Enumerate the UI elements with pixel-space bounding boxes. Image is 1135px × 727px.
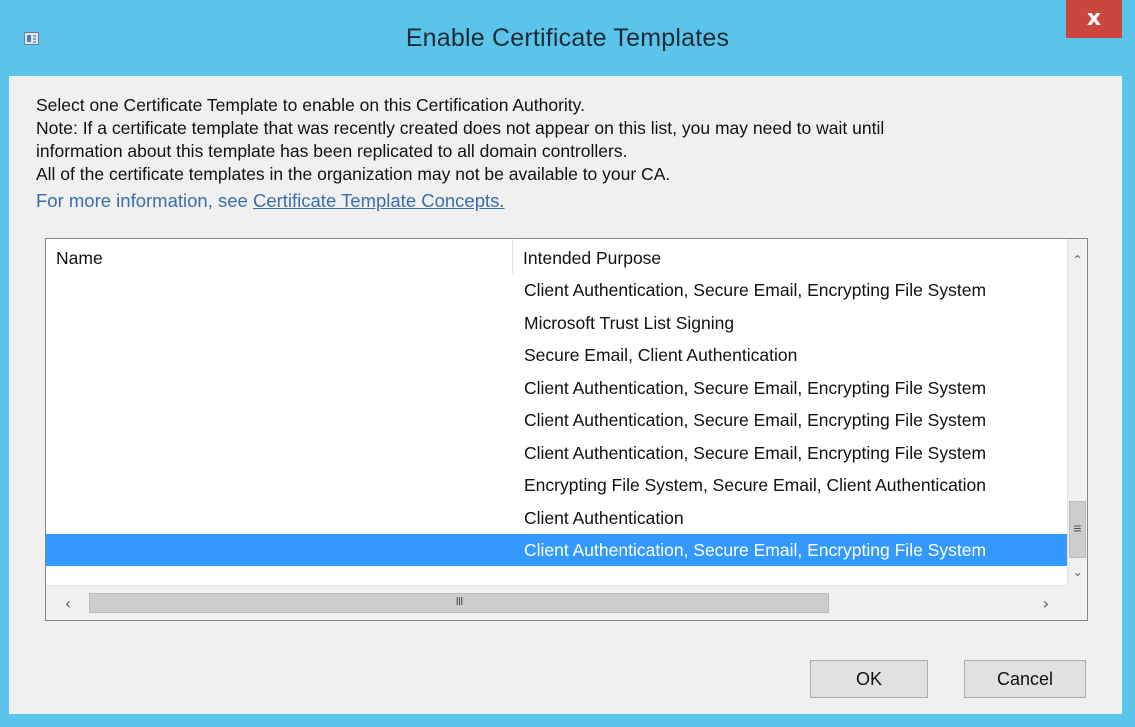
intended-purpose-cell: Secure Email, Client Authentication: [524, 345, 798, 365]
intended-purpose-cell: Encrypting File System, Secure Email, Cl…: [524, 475, 987, 495]
vertical-scrollbar[interactable]: ⌃ ⌄: [1067, 239, 1087, 585]
column-header-name[interactable]: Name: [46, 239, 513, 274]
horizontal-scrollbar[interactable]: ‹ ›: [46, 585, 1067, 620]
description-line: All of the certificate templates in the …: [36, 164, 671, 184]
scroll-up-icon[interactable]: ⌃: [1068, 249, 1087, 271]
table-row[interactable]: Workstation AuthenticationClient Authent…: [46, 502, 1067, 535]
description-line: Note: If a certificate template that was…: [36, 118, 885, 138]
column-header-intended-purpose[interactable]: Intended Purpose: [513, 239, 1067, 274]
table-row[interactable]: tongClient Authentication, Secure Email,…: [46, 274, 1067, 307]
title-bar[interactable]: Enable Certificate Templates x: [0, 0, 1135, 76]
dialog-window: Enable Certificate Templates x Select on…: [0, 0, 1135, 727]
table-row[interactable]: Trust List SigningMicrosoft Trust List S…: [46, 307, 1067, 340]
more-info-prefix: For more information, see: [36, 190, 253, 211]
list-rows: tongClient Authentication, Secure Email,…: [46, 274, 1067, 566]
vertical-scroll-thumb[interactable]: [1069, 501, 1086, 558]
certificate-template-list[interactable]: Name Intended Purpose tongClient Authent…: [45, 238, 1088, 621]
certificate-template-concepts-link[interactable]: Certificate Template Concepts.: [253, 190, 505, 211]
description-line: Select one Certificate Template to enabl…: [36, 95, 585, 115]
table-row[interactable]: User-RequesterName-V2Client Authenticati…: [46, 372, 1067, 405]
scroll-left-icon[interactable]: ‹: [58, 594, 78, 614]
dialog-title: Enable Certificate Templates: [405, 24, 730, 52]
cancel-button[interactable]: Cancel: [964, 660, 1086, 698]
horizontal-scroll-thumb[interactable]: [89, 593, 829, 613]
dialog-body: Select one Certificate Template to enabl…: [9, 76, 1122, 714]
description-line: information about this template has been…: [36, 141, 628, 161]
table-row[interactable]: user2Client Authentication, Secure Email…: [46, 437, 1067, 470]
table-row[interactable]: User Signature OnlySecure Email, Client …: [46, 339, 1067, 372]
intended-purpose-cell: Client Authentication, Secure Email, Enc…: [524, 377, 987, 398]
intended-purpose-cell: Client Authentication: [524, 507, 684, 528]
list-header: Name Intended Purpose: [46, 239, 1067, 274]
scroll-down-icon[interactable]: ⌄: [1068, 561, 1087, 583]
ok-button[interactable]: OK: [810, 660, 928, 698]
table-row[interactable]: user3Encrypting File System, Secure Emai…: [46, 469, 1067, 502]
intended-purpose-cell: Client Authentication, Secure Email, Enc…: [524, 442, 987, 463]
intended-purpose-cell: Client Authentication, Secure Email, Enc…: [524, 410, 987, 430]
more-info-text: For more information, see Certificate Te…: [36, 189, 1076, 212]
scrollbar-corner: [1067, 585, 1087, 620]
close-button[interactable]: x: [1066, 0, 1122, 38]
description: Select one Certificate Template to enabl…: [36, 94, 1076, 212]
scroll-right-icon[interactable]: ›: [1036, 594, 1056, 614]
intended-purpose-cell: Client Authentication, Secure Email, Enc…: [524, 280, 987, 300]
intended-purpose-cell: Client Authentication, Secure Email, Enc…: [524, 540, 987, 560]
table-row[interactable]: XenMobile_TemplateClient Authentication,…: [46, 534, 1067, 566]
table-row[interactable]: User-RequesterName-V3Client Authenticati…: [46, 404, 1067, 437]
intended-purpose-cell: Microsoft Trust List Signing: [524, 312, 735, 333]
